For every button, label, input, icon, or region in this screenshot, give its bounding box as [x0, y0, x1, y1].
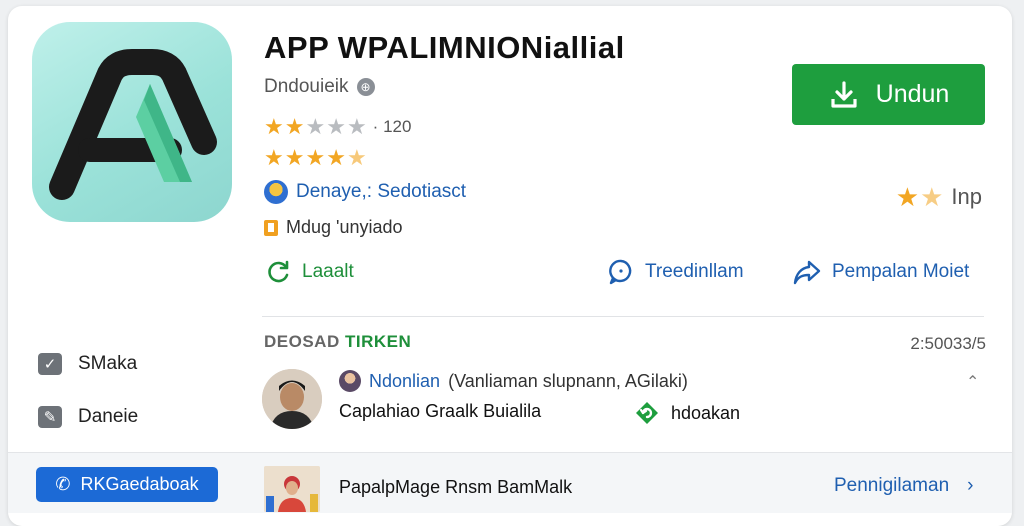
chat-bubble-icon: [609, 259, 632, 285]
refresh-icon: [268, 260, 289, 283]
star-rating-secondary: ★ ★ ★ ★ ★: [264, 147, 367, 169]
action-refresh-label: Laaalt: [302, 261, 354, 282]
review-subtitle: (Vanliaman slupnann, AGilaki): [448, 370, 688, 391]
checkbox-icon: ✓: [38, 353, 62, 375]
star-icon: ★: [305, 145, 326, 170]
thumbnail-image[interactable]: [264, 466, 320, 512]
action-comments[interactable]: Treedinllam: [607, 258, 744, 286]
side-rating-label: Inp: [951, 184, 982, 209]
refresh-icon: [636, 402, 658, 424]
star-icon: ★: [346, 114, 367, 139]
share-icon: [793, 260, 821, 285]
call-button[interactable]: ✆ RKGaedaboak: [36, 467, 218, 502]
section-heading-accent: TIRKEN: [344, 332, 412, 351]
section-divider: [262, 316, 984, 317]
half-star-icon: ★: [920, 182, 944, 212]
publisher-avatar: [264, 180, 288, 204]
action-refresh[interactable]: Laaalt: [264, 258, 354, 286]
review-tag[interactable]: hdoakan: [633, 399, 740, 427]
reviewer-portrait: [262, 369, 322, 429]
star-rating: ★ ★ ★ ★ ★: [264, 116, 367, 138]
publisher-name[interactable]: Denaye,: Sedotiasct: [296, 181, 466, 203]
bottom-item-text: PapalpMage Rnsm BamMalk: [339, 477, 573, 497]
sidebar-item-label: Daneie: [78, 406, 139, 427]
review-tag-label: hdoakan: [671, 402, 741, 423]
side-rating: ★ ★ Inp: [896, 184, 982, 210]
section-heading: DEOSAD TIRKEN: [264, 332, 412, 351]
reviewer-avatar[interactable]: [262, 369, 322, 429]
rating-count: · 120: [372, 117, 412, 136]
section-date: 2:50033/5: [910, 334, 986, 353]
review-text: Caplahiao Graalk Buialila: [339, 401, 542, 421]
publisher-link[interactable]: Denaye,: Sedotiasct: [264, 180, 466, 204]
category-label: Mdug 'unyiado: [286, 217, 403, 237]
star-icon: ★: [284, 145, 305, 170]
star-icon: ★: [895, 182, 920, 212]
reviewer-name[interactable]: Ndonlian: [369, 371, 440, 392]
app-logo-glyph: [49, 49, 217, 200]
phone-icon: ✆: [55, 474, 71, 494]
action-share-label: Pempalan Moiet: [832, 261, 970, 282]
star-icon: ★: [284, 114, 305, 139]
see-more-label: Pennigilaman: [834, 475, 950, 496]
sidebar-item-daneie[interactable]: ✎ Daneie: [38, 406, 138, 428]
sidebar-item-smaka[interactable]: ✓ SMaka: [38, 353, 137, 375]
download-icon: [831, 80, 857, 108]
install-button[interactable]: Undun: [792, 64, 985, 125]
globe-icon: ⊕: [356, 78, 375, 96]
review-header: Ndonlian (Vanliaman slupnann, AGilaki): [339, 370, 688, 392]
sidebar-item-label: SMaka: [78, 353, 138, 374]
star-icon: ★: [264, 114, 284, 139]
developer-row[interactable]: Dndouieik ⊕: [264, 76, 375, 98]
edit-icon: ✎: [38, 406, 62, 428]
star-icon: ★: [326, 114, 346, 139]
developer-name[interactable]: Dndouieik: [264, 76, 349, 98]
action-comments-label: Treedinllam: [645, 261, 744, 282]
half-star-icon: ★: [346, 145, 367, 170]
call-button-label: RKGaedaboak: [80, 474, 199, 494]
star-icon: ★: [264, 145, 284, 170]
thumbnail-art: [264, 466, 320, 512]
bookmark-icon: [264, 219, 278, 236]
app-title: APP WPALIMNIONiallial: [264, 30, 625, 65]
action-share[interactable]: Pempalan Moiet: [792, 258, 969, 286]
chevron-right-icon: ›: [967, 475, 974, 496]
star-icon: ★: [326, 145, 346, 170]
app-icon[interactable]: [32, 22, 232, 222]
mini-avatar: [339, 370, 361, 392]
see-more-link[interactable]: Pennigilaman ›: [834, 475, 973, 497]
rating-summary: ★ ★ ★ ★ ★ · 120: [264, 116, 411, 138]
category-row: Mdug 'unyiado: [264, 217, 403, 238]
star-icon: ★: [305, 114, 326, 139]
chevron-icon[interactable]: ⌃: [966, 372, 979, 392]
install-label: Undun: [875, 80, 950, 108]
side-star-rating: ★ ★: [896, 184, 944, 210]
